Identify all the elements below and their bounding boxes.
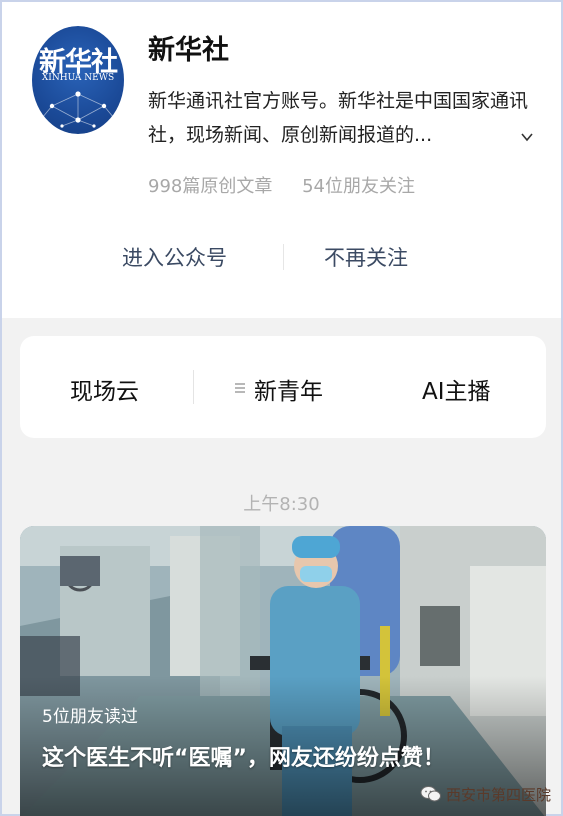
- account-name: 新华社: [148, 35, 229, 66]
- menu-item-ai-anchor[interactable]: AI主播: [422, 372, 491, 406]
- watermark: 西安市第四医院: [420, 782, 551, 806]
- friends-read-count: 5位朋友读过: [42, 707, 138, 727]
- friends-following-count: 54位朋友关注: [302, 176, 415, 197]
- menu-separator: [193, 370, 194, 404]
- menu-item-xianchangyun[interactable]: 现场云: [70, 372, 139, 406]
- network-graphic-icon: [40, 91, 116, 128]
- enter-account-button[interactable]: 进入公众号: [122, 242, 227, 272]
- account-menu-bar: 现场云 新青年 AI主播: [20, 336, 546, 438]
- action-divider: [283, 244, 284, 270]
- account-profile-card: 新华社 XINHUA NEWS 新华社 新华通讯社官方账号。新华社是中国国家通讯…: [2, 2, 561, 318]
- logo-text-en: XINHUA NEWS: [41, 73, 115, 83]
- article-title[interactable]: 这个医生不听“医嘱”，网友还纷纷点赞！: [42, 740, 445, 772]
- xinhua-logo[interactable]: 新华社 XINHUA NEWS: [32, 26, 124, 134]
- unfollow-button[interactable]: 不再关注: [324, 242, 408, 272]
- account-description: 新华通讯社官方账号。新华社是中国国家通讯社，现场新闻、原创新闻报道的...: [148, 90, 529, 146]
- account-stats: 998篇原创文章 54位朋友关注: [148, 172, 439, 198]
- message-timestamp: 上午8:30: [243, 494, 320, 515]
- article-card[interactable]: 5位朋友读过 这个医生不听“医嘱”，网友还纷纷点赞！: [20, 526, 546, 816]
- chevron-down-icon[interactable]: [520, 130, 534, 144]
- menu-list-icon: [235, 383, 245, 393]
- watermark-text: 西安市第四医院: [446, 785, 552, 804]
- wechat-icon: [420, 786, 441, 802]
- menu-item-xinqingnian[interactable]: 新青年: [254, 372, 323, 406]
- original-articles-count: 998篇原创文章: [148, 176, 273, 197]
